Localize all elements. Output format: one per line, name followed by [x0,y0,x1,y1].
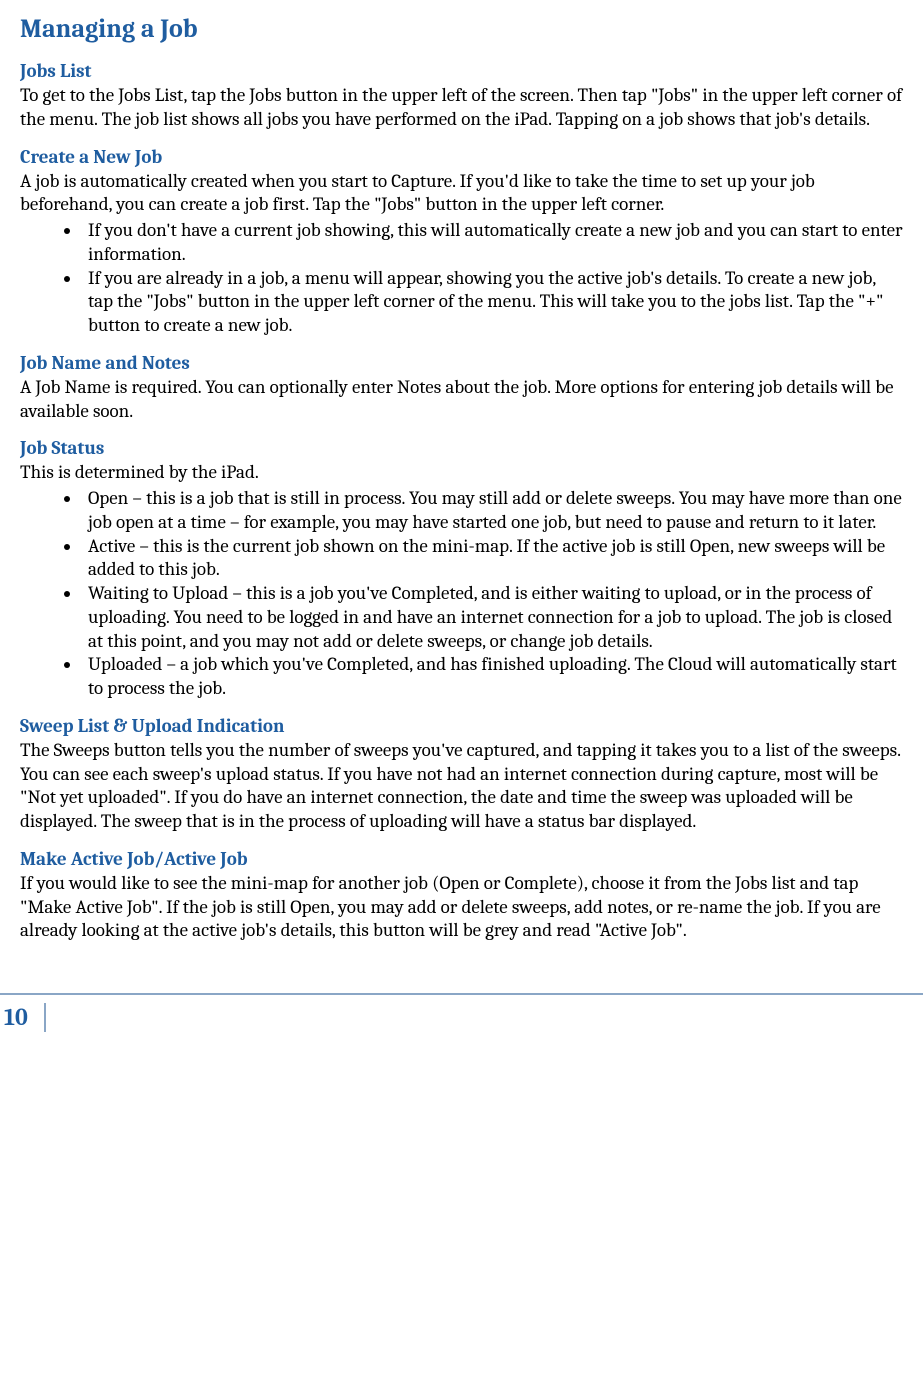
heading-job-name: Job Name and Notes [20,352,903,374]
body-job-status: This is determined by the iPad. [20,461,903,485]
heading-sweep-list: Sweep List & Upload Indication [20,715,903,737]
body-sweep-list: The Sweeps button tells you the number o… [20,739,903,834]
bullets-create-job: If you don't have a current job showing,… [20,219,903,338]
heading-create-job: Create a New Job [20,146,903,168]
heading-active-job: Make Active Job/Active Job [20,848,903,870]
bullet-item: Open – this is a job that is still in pr… [82,487,903,535]
page-number: 10 [0,1003,46,1032]
section-job-name: Job Name and Notes A Job Name is require… [20,352,903,424]
section-create-job: Create a New Job A job is automatically … [20,146,903,338]
heading-jobs-list: Jobs List [20,60,903,82]
page-footer: 10 [0,993,923,1073]
section-sweep-list: Sweep List & Upload Indication The Sweep… [20,715,903,834]
bullet-item: Uploaded – a job which you've Completed,… [82,653,903,701]
bullet-item: Waiting to Upload – this is a job you've… [82,582,903,653]
body-active-job: If you would like to see the mini-map fo… [20,872,903,943]
page-title: Managing a Job [20,14,903,44]
bullets-job-status: Open – this is a job that is still in pr… [20,487,903,701]
section-jobs-list: Jobs List To get to the Jobs List, tap t… [20,60,903,132]
body-create-job: A job is automatically created when you … [20,170,903,218]
body-job-name: A Job Name is required. You can optional… [20,376,903,424]
section-active-job: Make Active Job/Active Job If you would … [20,848,903,943]
document-page: Managing a Job Jobs List To get to the J… [0,0,923,943]
bullet-item: Active – this is the current job shown o… [82,535,903,583]
heading-job-status: Job Status [20,437,903,459]
bullet-item: If you are already in a job, a menu will… [82,267,903,338]
section-job-status: Job Status This is determined by the iPa… [20,437,903,701]
body-jobs-list: To get to the Jobs List, tap the Jobs bu… [20,84,903,132]
bullet-item: If you don't have a current job showing,… [82,219,903,267]
